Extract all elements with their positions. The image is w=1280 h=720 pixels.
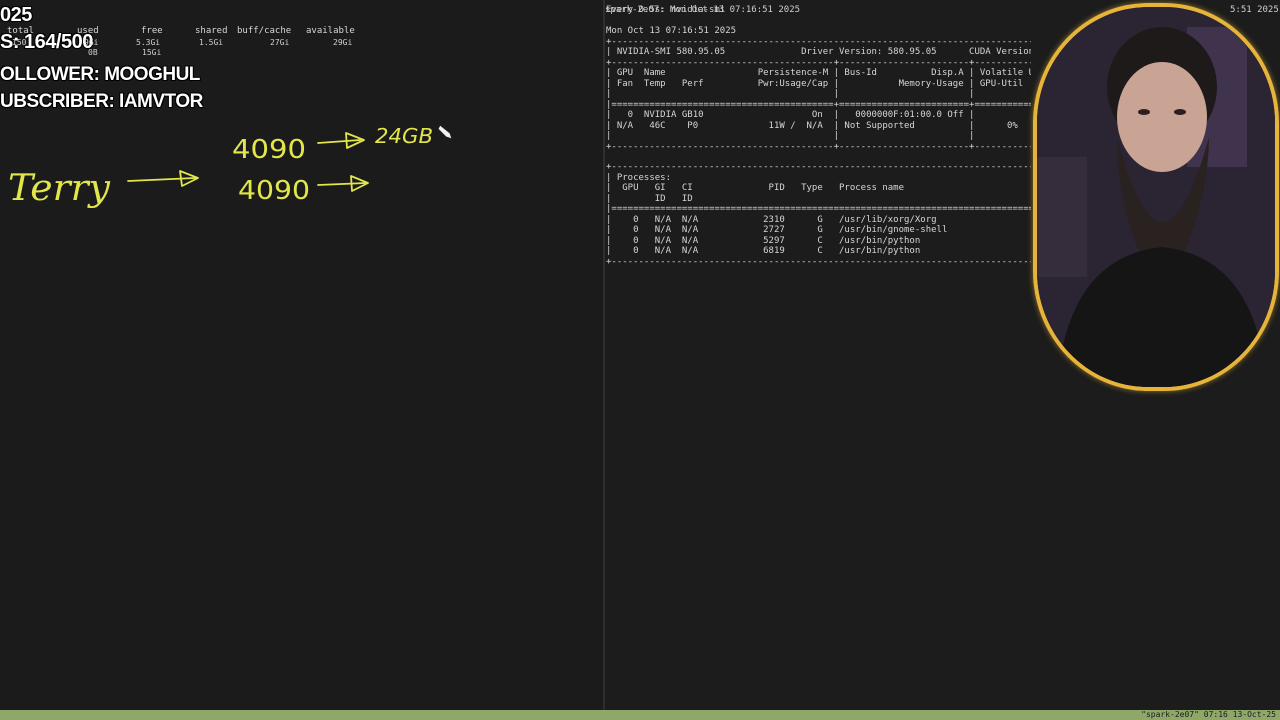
processes-title: | Processes:: [606, 172, 672, 183]
pen-cursor-icon: [437, 124, 453, 140]
smi-rule-3: +---------------------------------------…: [606, 141, 1031, 152]
webcam-overlay: [1033, 3, 1279, 391]
smi-rule-2: +---------------------------------------…: [606, 57, 1031, 68]
tmux-status-bar: "spark-2e07" 07:16 13-Oct-25: [0, 710, 1280, 720]
smi-separator: |=======================================…: [606, 99, 1031, 110]
smi-gpu-row-3: | | |: [606, 131, 975, 141]
handwriting-canvas: Terry 4090 4090 24GB: [8, 124, 453, 209]
smi-rule: +---------------------------------------…: [606, 36, 1031, 47]
streamer-avatar-icon: [1037, 7, 1275, 387]
process-row: | 0 N/A N/A 2727 G /usr/bin/gnome-shell: [606, 225, 948, 235]
smi-header-3: | | |: [606, 89, 975, 99]
smi-header-2: | Fan Temp Perf Pwr:Usage/Cap | Memory-U…: [606, 78, 1031, 89]
process-row: | 0 N/A N/A 5297 C /usr/bin/python: [606, 235, 921, 246]
arrow-terry: [127, 177, 196, 182]
smi-gpu-row-2: | N/A 46C P0 11W / N/A | Not Supported |…: [606, 120, 1018, 131]
process-row: | 0 N/A N/A 2310 G /usr/lib/xorg/Xorg: [606, 214, 937, 225]
smi-version-line: | NVIDIA-SMI 580.95.05 Driver Version: 5…: [606, 47, 1031, 57]
smi-header-1: | GPU Name Persistence-M | Bus-Id Disp.A…: [606, 68, 1031, 78]
smi-date: Mon Oct 13 07:16:51 2025: [606, 26, 737, 36]
handwritten-name: Terry: [8, 168, 111, 209]
watch-header-command: Every 0.5s: nvidia-smi: [606, 5, 726, 15]
processes-separator: |=======================================…: [606, 204, 1031, 214]
arrow-gpu2: [317, 182, 367, 186]
handwritten-mem-label: 24GB: [375, 124, 433, 148]
nvidia-smi-output: Mon Oct 13 07:16:51 2025 +--------------…: [606, 26, 1031, 267]
handwritten-gpu1: 4090: [232, 135, 306, 165]
processes-end: +---------------------------------------…: [606, 256, 1031, 267]
status-bar-text: "spark-2e07" 07:16 13-Oct-25: [1141, 710, 1276, 719]
processes-header-1: | GPU GI CI PID Type Process name: [606, 183, 905, 193]
handwritten-gpu2: 4090: [238, 176, 310, 206]
smi-gpu-row-1: | 0 NVIDIA GB10 On | 0000000F:01:00.0 Of…: [606, 110, 975, 120]
process-row: | 0 N/A N/A 6819 C /usr/bin/python: [606, 246, 921, 256]
smi-rule-4: +---------------------------------------…: [606, 162, 1031, 172]
left-terminal-pane[interactable]: 025 S: 164/500 OLLOWER: MOOGHUL UBSCRIBE…: [0, 0, 603, 710]
watch-clock: 5:51 2025: [1230, 5, 1279, 15]
processes-header-2: | ID ID: [606, 193, 693, 204]
arrow-gpu1: [317, 139, 361, 144]
